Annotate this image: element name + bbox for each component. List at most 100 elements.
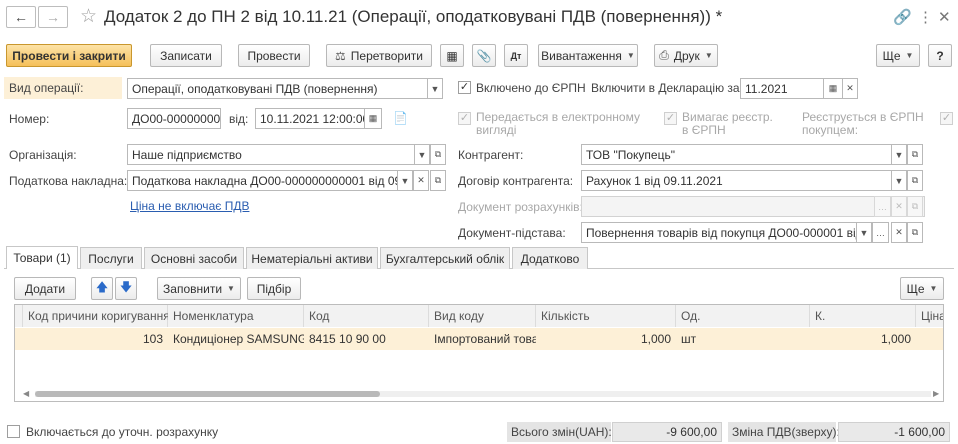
attach-button[interactable]: 📎 (472, 44, 496, 67)
col-nomenclature[interactable]: Номенклатура (168, 305, 304, 327)
cell-code-type[interactable]: Імпортований товар (429, 328, 536, 350)
tab-additional[interactable]: Додатково (512, 247, 588, 269)
transform-button[interactable]: ⚖ Перетворити (326, 44, 432, 67)
org-dropdown[interactable]: ▼ (414, 144, 430, 165)
check-icon: ✓ (941, 112, 952, 124)
op-type-dropdown[interactable]: ▼ (427, 78, 443, 99)
base-doc-dropdown[interactable]: ▼ (856, 222, 872, 243)
payment-doc-select-button[interactable]: … (874, 196, 891, 217)
caret-down-icon: ▼ (626, 51, 635, 60)
cell-code[interactable]: 8415 10 90 00 (304, 328, 429, 350)
fill-label: Заповнити (163, 281, 223, 296)
price-excludes-vat-link[interactable]: Ціна не включає ПДВ (130, 199, 249, 213)
cell-price[interactable] (916, 328, 943, 350)
goods-table[interactable]: Код причини коригування Номенклатура Код… (14, 304, 944, 402)
grid-more-label: Ще (906, 281, 925, 296)
print-label: Друк (673, 48, 700, 63)
dt-kt-button[interactable]: Дт (504, 44, 528, 67)
cell-quantity[interactable]: 1,000 (536, 328, 676, 350)
more-vertical-icon[interactable]: ⋮ (918, 8, 933, 26)
cell-reason-code[interactable]: 103 (23, 328, 168, 350)
open-icon: ⧉ (911, 175, 919, 185)
base-doc-open-button[interactable]: ⧉ (907, 222, 923, 243)
base-doc-clear-button[interactable]: ✕ (891, 222, 907, 243)
back-button[interactable]: ← (6, 6, 36, 28)
print-button[interactable]: ⎙ Друк ▼ (654, 44, 718, 67)
invoice-field[interactable]: Податкова накладна ДО00-000000000001 від… (127, 170, 399, 191)
col-reason-code[interactable]: Код причини коригування (23, 305, 170, 327)
caret-down-icon: ▼ (400, 175, 410, 186)
document-history-icon[interactable]: 📄 (393, 111, 408, 125)
pick-button[interactable]: Підбір (247, 277, 301, 300)
tab-services[interactable]: Послуги (80, 247, 142, 269)
col-unit[interactable]: Од. (676, 305, 810, 327)
structure-button[interactable]: ▦ (440, 44, 464, 67)
move-down-button[interactable]: 🡇 (115, 277, 137, 300)
grid-more-button[interactable]: Ще ▼ (900, 277, 944, 300)
date-calendar-button[interactable]: ▦ (364, 108, 382, 129)
contract-field[interactable]: Рахунок 1 від 09.11.2021 (581, 170, 908, 191)
transform-label: Перетворити (350, 48, 423, 63)
payment-doc-open-button[interactable]: ⧉ (907, 196, 923, 217)
op-type-field[interactable]: Операції, оподатковувані ПДВ (повернення… (127, 78, 443, 99)
col-code[interactable]: Код (304, 305, 429, 327)
help-button[interactable]: ? (928, 44, 952, 67)
arrow-up-icon: 🡅 (95, 280, 109, 294)
cell-coefficient[interactable]: 1,000 (810, 328, 916, 350)
col-coefficient[interactable]: К. (810, 305, 916, 327)
caret-down-icon: ▼ (905, 51, 914, 60)
forward-button[interactable]: → (38, 6, 68, 28)
payment-doc-clear-button[interactable]: ✕ (891, 196, 907, 217)
row-marker (15, 328, 23, 350)
add-row-button[interactable]: Додати (14, 277, 76, 300)
scroll-left-icon[interactable]: ◀ (23, 389, 29, 398)
erpn-included-checkbox[interactable]: ✓ (458, 81, 471, 94)
registered-buyer-checkbox[interactable]: ✓ (940, 112, 953, 125)
post-and-close-button[interactable]: Провести і закрити (6, 44, 132, 67)
counterparty-dropdown[interactable]: ▼ (891, 144, 907, 165)
link-icon[interactable]: 🔗 (893, 8, 912, 26)
org-field[interactable]: Наше підприємство (127, 144, 430, 165)
date-field[interactable]: 10.11.2021 12:00:00 (255, 108, 381, 129)
fill-button[interactable]: Заповнити ▼ (157, 277, 241, 300)
tab-intangible-assets[interactable]: Нематеріальні активи (246, 247, 378, 269)
invoice-dropdown[interactable]: ▼ (397, 170, 413, 191)
invoice-open-button[interactable]: ⧉ (430, 170, 446, 191)
col-price[interactable]: Ціна (916, 305, 943, 327)
page-title: Додаток 2 до ПН 2 від 10.11.21 (Операції… (104, 7, 723, 26)
move-up-button[interactable]: 🡅 (91, 277, 113, 300)
contract-dropdown[interactable]: ▼ (891, 170, 907, 191)
declaration-clear-button[interactable]: ✕ (842, 78, 858, 99)
favorite-star-icon[interactable]: ☆ (80, 5, 97, 28)
more-button[interactable]: Ще ▼ (876, 44, 920, 67)
total-changes-value: -9 600,00 (612, 422, 722, 442)
invoice-clear-button[interactable]: ✕ (413, 170, 429, 191)
counterparty-open-button[interactable]: ⧉ (907, 144, 923, 165)
tab-goods[interactable]: Товари (1) (6, 246, 78, 269)
open-icon: ⧉ (434, 149, 442, 159)
horizontal-scroll-thumb[interactable] (35, 391, 380, 397)
number-field[interactable]: ДО00-000000000 (127, 108, 221, 129)
base-doc-select-button[interactable]: … (872, 222, 889, 243)
uploads-button[interactable]: Вивантаження ▼ (538, 44, 638, 67)
base-doc-field[interactable]: Повернення товарів від покупця ДО00-0000… (581, 222, 870, 243)
save-button[interactable]: Записати (150, 44, 222, 67)
electronic-checkbox[interactable]: ✓ (458, 112, 471, 125)
flask-icon: ⚖ (335, 48, 346, 63)
cell-unit[interactable]: шт (676, 328, 810, 350)
col-code-type[interactable]: Вид коду (429, 305, 536, 327)
cell-nomenclature[interactable]: Кондиціонер SAMSUNG (168, 328, 304, 350)
close-icon[interactable]: ✕ (938, 8, 951, 26)
contract-open-button[interactable]: ⧉ (907, 170, 923, 191)
arrow-right-icon: → (46, 9, 60, 25)
requires-reg-checkbox[interactable]: ✓ (664, 112, 677, 125)
counterparty-field[interactable]: ТОВ "Покупець" (581, 144, 908, 165)
tab-fixed-assets[interactable]: Основні засоби (144, 247, 244, 269)
adjust-checkbox[interactable] (7, 425, 20, 438)
tab-accounting[interactable]: Бухгалтерський облік (380, 247, 510, 269)
scroll-right-icon[interactable]: ▶ (933, 389, 939, 398)
org-open-button[interactable]: ⧉ (430, 144, 446, 165)
col-quantity[interactable]: Кількість (536, 305, 676, 327)
post-button[interactable]: Провести (238, 44, 310, 67)
declaration-calendar-button[interactable]: ▦ (823, 78, 843, 99)
